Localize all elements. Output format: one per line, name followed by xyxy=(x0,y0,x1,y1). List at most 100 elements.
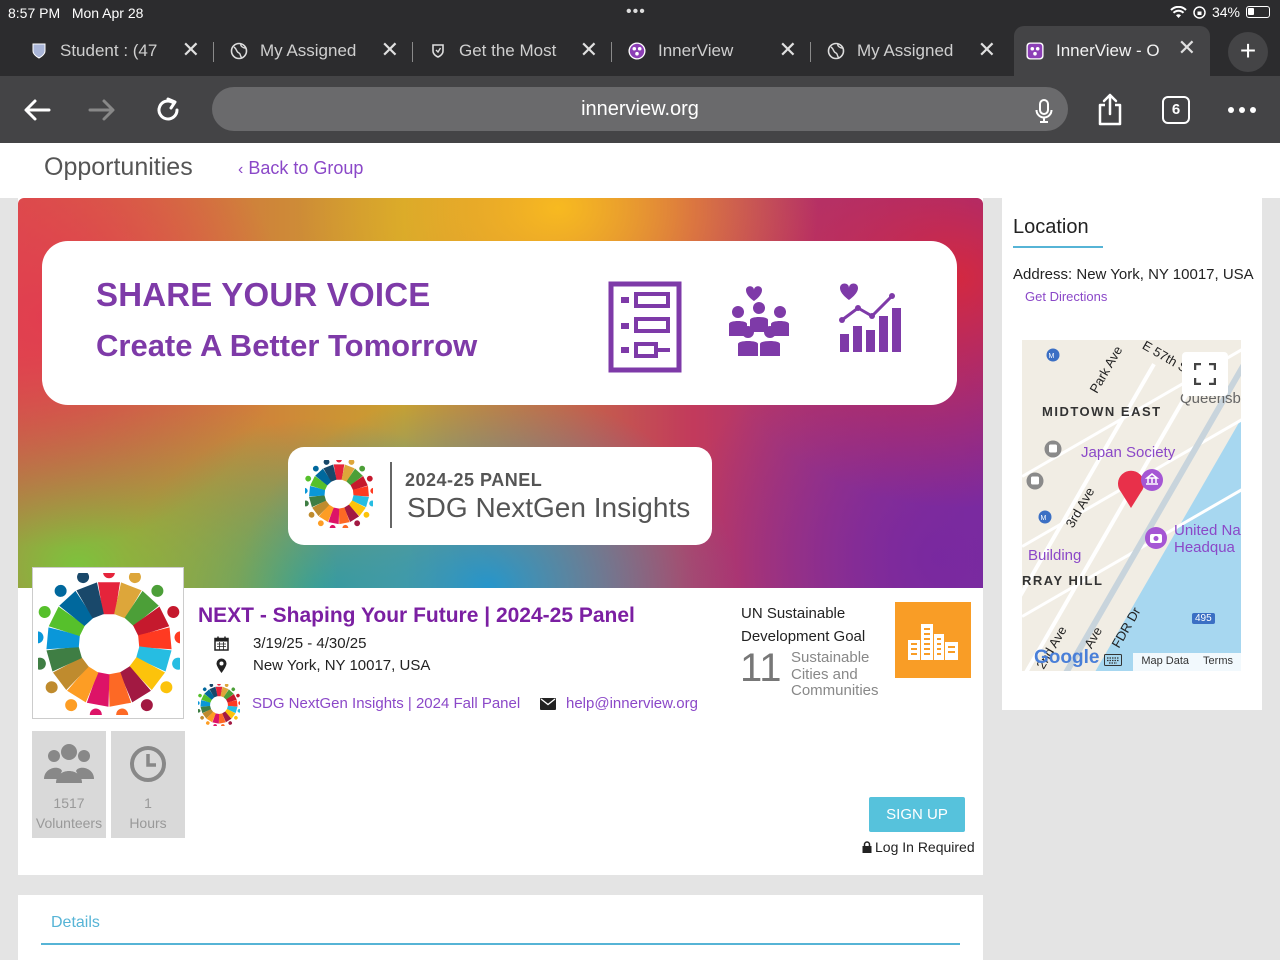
divider xyxy=(390,462,392,528)
innerview-icon xyxy=(628,42,646,60)
location-address: Address: New York, NY 10017, USA Get Dir… xyxy=(1013,266,1253,304)
calendar-icon xyxy=(213,636,229,651)
transit-icon: M xyxy=(1038,510,1052,524)
opportunity-card: SHARE YOUR VOICE Create A Better Tomorro… xyxy=(18,198,983,875)
volunteers-label: Volunteers xyxy=(35,815,103,831)
map-label: Park Ave xyxy=(1086,343,1126,396)
hours-count: 1 xyxy=(144,795,152,811)
map-data-link[interactable]: Map Data xyxy=(1141,655,1189,669)
close-icon[interactable]: ✕ xyxy=(978,38,996,62)
location-row: New York, NY 10017, USA xyxy=(213,657,430,674)
hours-label: Hours xyxy=(129,815,167,831)
get-directions-link[interactable]: Get Directions xyxy=(1025,289,1107,304)
wifi-icon xyxy=(1170,5,1187,18)
bus-stop-icon xyxy=(1026,472,1044,490)
tab-label: InnerView xyxy=(658,41,734,60)
svg-text:M: M xyxy=(1041,515,1047,522)
clock-icon xyxy=(111,741,185,787)
bus-stop-icon xyxy=(1044,440,1062,458)
url-text: innerview.org xyxy=(581,98,699,120)
battery-icon xyxy=(1246,6,1270,18)
tab-innerview[interactable]: InnerView ✕ xyxy=(612,28,811,74)
email-link[interactable]: help@innerview.org xyxy=(540,695,698,712)
email-text: help@innerview.org xyxy=(566,695,698,712)
sdg-number: 11 xyxy=(740,646,782,690)
lock-icon xyxy=(862,841,872,853)
banner-headline-box xyxy=(42,241,957,405)
tab-label: My Assigned xyxy=(260,41,357,60)
close-icon[interactable]: ✕ xyxy=(580,38,598,62)
tab-student[interactable]: Student : (47 ✕ xyxy=(0,28,214,74)
map-label: MIDTOWN EAST xyxy=(1042,404,1162,419)
multitask-dots-icon[interactable]: ••• xyxy=(626,3,646,21)
map-terms-link[interactable]: Terms xyxy=(1203,655,1233,669)
growth-chart-icon xyxy=(839,283,901,352)
page-title: Opportunities xyxy=(44,153,193,181)
tab-label: Get the Most xyxy=(459,41,557,60)
opportunity-title: NEXT - Shaping Your Future | 2024-25 Pan… xyxy=(198,604,635,627)
map-label: Japan Society xyxy=(1081,444,1176,461)
shield-crest-icon xyxy=(30,42,48,60)
browser-tab-bar: Student : (47 ✕ My Assigned ✕ Get the Mo… xyxy=(0,26,1280,76)
panel-year: 2024-25 PANEL xyxy=(405,470,543,490)
camera-pin-icon xyxy=(1145,527,1167,549)
city-buildings-icon xyxy=(908,624,958,660)
globe-icon xyxy=(827,42,845,60)
close-icon[interactable]: ✕ xyxy=(1178,36,1196,60)
tab-count: 6 xyxy=(1162,96,1190,124)
innerview-icon xyxy=(1026,42,1044,60)
back-to-group-link[interactable]: ‹ Back to Group xyxy=(238,158,363,179)
new-tab-button[interactable]: + xyxy=(1228,32,1268,72)
sdg-wheel-small-icon xyxy=(305,460,373,528)
tab-underline xyxy=(41,943,960,945)
tab-get-the-most[interactable]: Get the Most ✕ xyxy=(413,28,612,74)
microphone-icon[interactable] xyxy=(1034,96,1054,140)
browser-toolbar: innerview.org 6 xyxy=(0,76,1280,143)
share-icon[interactable] xyxy=(1090,90,1130,130)
close-icon[interactable]: ✕ xyxy=(779,38,797,62)
sdg-wheel-group-icon xyxy=(198,684,240,726)
tab-my-assigned-1[interactable]: My Assigned ✕ xyxy=(214,28,413,74)
chevron-left-icon: ‹ xyxy=(238,161,244,178)
map-label: Building xyxy=(1028,547,1082,564)
fullscreen-button[interactable] xyxy=(1182,352,1228,396)
tab-details[interactable]: Details xyxy=(51,914,100,932)
hours-stat: 1 Hours xyxy=(111,731,185,838)
close-icon[interactable]: ✕ xyxy=(182,38,200,62)
sign-up-button[interactable]: SIGN UP xyxy=(869,797,965,832)
tab-switcher-button[interactable]: 6 xyxy=(1156,90,1196,130)
volunteers-count: 1517 xyxy=(53,795,85,811)
map-label: United Na xyxy=(1174,522,1241,539)
tab-innerview-active[interactable]: InnerView - O ✕ xyxy=(1014,26,1210,76)
login-required-note: Log In Required xyxy=(862,839,975,855)
group-logo xyxy=(32,567,184,719)
people-icon xyxy=(32,741,106,787)
svg-text:M: M xyxy=(1049,353,1055,360)
page-header: Opportunities ‹ Back to Group xyxy=(0,143,1280,198)
volunteers-stat: 1517 Volunteers xyxy=(32,731,106,838)
location-map[interactable]: Park Ave E 57th St Queensb MIDTOWN EAST … xyxy=(1022,340,1241,671)
map-label: Headqua xyxy=(1174,539,1235,556)
community-heart-icon xyxy=(729,286,789,356)
date-row: 3/19/25 - 4/30/25 xyxy=(213,635,366,652)
keyboard-icon[interactable] xyxy=(1104,654,1122,666)
address-bar[interactable]: innerview.org xyxy=(212,87,1068,131)
reload-icon[interactable] xyxy=(148,90,188,130)
group-link[interactable]: SDG NextGen Insights | 2024 Fall Panel xyxy=(252,695,520,712)
map-label: RRAY HILL xyxy=(1022,573,1104,588)
survey-form-icon xyxy=(608,281,682,373)
details-section: Details xyxy=(18,895,983,960)
tab-my-assigned-2[interactable]: My Assigned ✕ xyxy=(811,28,1010,74)
shield-icon xyxy=(429,42,447,60)
more-menu-icon[interactable] xyxy=(1222,90,1262,130)
close-icon[interactable]: ✕ xyxy=(381,38,399,62)
transit-icon: M xyxy=(1046,348,1060,362)
forward-arrow-icon[interactable] xyxy=(82,90,122,130)
tab-label: InnerView - O xyxy=(1056,41,1160,60)
sdg-label: UN Sustainable Development Goal xyxy=(741,605,866,645)
sdg-name: Sustainable Cities and Communities xyxy=(791,649,879,699)
battery-percent: 34% xyxy=(1211,4,1240,20)
back-arrow-icon[interactable] xyxy=(17,90,57,130)
fullscreen-icon xyxy=(1194,363,1216,385)
panel-name: SDG NextGen Insights xyxy=(407,492,691,523)
